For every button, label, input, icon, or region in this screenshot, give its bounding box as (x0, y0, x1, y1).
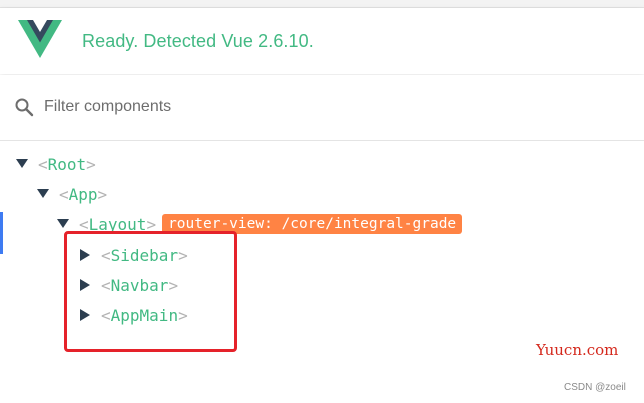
expanded-triangle-icon[interactable] (57, 218, 69, 230)
expanded-triangle-icon[interactable] (37, 188, 49, 200)
tag-close-bracket: > (86, 154, 96, 174)
red-highlight-box (64, 231, 237, 352)
tree-node-app[interactable]: < App > (37, 182, 107, 206)
tag-open-bracket: < (59, 184, 69, 204)
author-watermark: CSDN @zoeil (564, 382, 626, 393)
component-name: Root (47, 154, 87, 174)
filter-components-input[interactable] (44, 93, 604, 121)
devtools-header: Ready. Detected Vue 2.6.10. (0, 8, 644, 74)
expanded-triangle-icon[interactable] (16, 158, 28, 170)
component-name: App (68, 184, 98, 204)
site-watermark: Yuucn.com (536, 341, 619, 359)
vue-logo-icon (18, 20, 62, 58)
filter-bar (0, 75, 644, 141)
search-icon (15, 98, 34, 117)
status-text: Ready. Detected Vue 2.6.10. (82, 31, 314, 51)
tag-close-bracket: > (97, 184, 108, 204)
window-top-edge (0, 0, 644, 8)
tree-node-root[interactable]: < Root > (16, 152, 96, 176)
tag-open-bracket: < (38, 154, 48, 174)
